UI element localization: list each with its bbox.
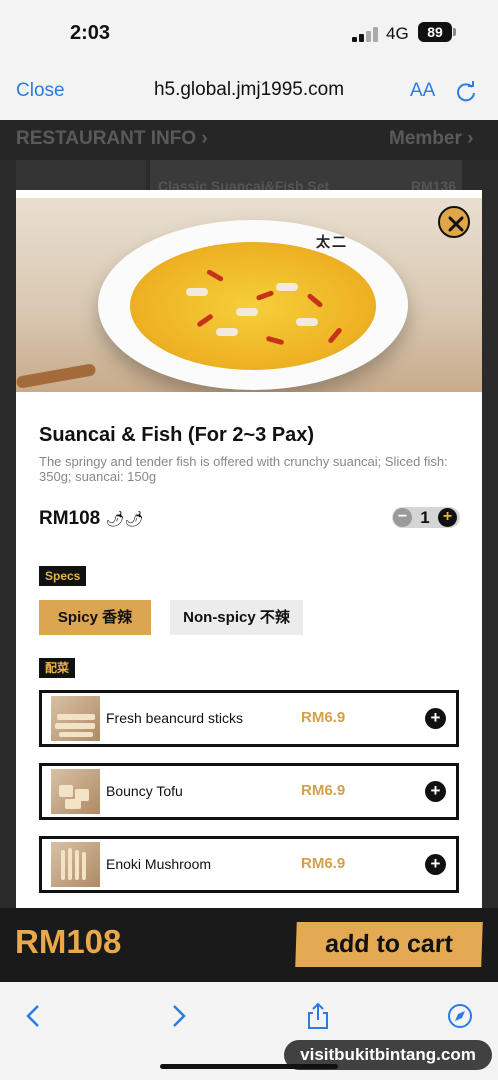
forward-icon[interactable] [164, 1002, 192, 1030]
specs-label: Specs [39, 566, 87, 586]
spec-option-non-spicy[interactable]: Non-spicy 不辣 [170, 600, 303, 635]
close-icon [448, 216, 464, 232]
status-bar: 2:03 4G 89 [0, 0, 498, 64]
text-size-label: AA [410, 80, 436, 101]
quantity-stepper: − 1 + [392, 507, 460, 528]
side-item-thumbnail [51, 769, 100, 814]
decrease-quantity-button[interactable]: − [393, 508, 412, 527]
quantity-value: 1 [420, 508, 430, 527]
side-item-beancurd[interactable]: Fresh beancurd sticks RM6.9 + [39, 690, 459, 747]
page-tab-bar: RESTAURANT INFO › Member › [0, 120, 498, 160]
side-item-thumbnail [51, 696, 100, 741]
side-dishes-label: 配菜 [39, 658, 76, 678]
battery-tip [453, 28, 456, 36]
signal-icon [352, 26, 378, 42]
battery-icon: 89 [418, 22, 452, 42]
side-item-price: RM6.9 [301, 709, 346, 726]
home-indicator [160, 1064, 338, 1069]
brand-mark: 太二 [316, 234, 348, 250]
spec-option-spicy[interactable]: Spicy 香辣 [39, 600, 151, 635]
tab-restaurant-info-label: RESTAURANT INFO [16, 128, 197, 149]
side-item-name: Bouncy Tofu [106, 783, 183, 799]
network-type: 4G [386, 24, 409, 43]
compass-icon[interactable] [446, 1002, 474, 1030]
background-menu-card: Classic Suancai&Fish Set RM136 [150, 160, 462, 194]
reload-icon[interactable] [455, 81, 477, 103]
soup-graphic [130, 242, 376, 370]
add-side-button[interactable]: + [425, 854, 446, 875]
checkout-bar: RM108 add to cart [0, 908, 498, 982]
side-item-name: Fresh beancurd sticks [106, 710, 243, 726]
text-size-button[interactable]: AA [410, 80, 435, 102]
share-icon[interactable] [304, 1002, 332, 1030]
decor-cinnamon [16, 363, 97, 389]
tab-member-label: Member [389, 128, 462, 149]
tab-member[interactable]: Member › [389, 128, 473, 150]
product-title: Suancai & Fish (For 2~3 Pax) [39, 424, 315, 446]
add-side-button[interactable]: + [425, 708, 446, 729]
side-item-name: Enoki Mushroom [106, 856, 212, 872]
product-description: The springy and tender fish is offered w… [39, 454, 448, 484]
side-item-enoki[interactable]: Enoki Mushroom RM6.9 + [39, 836, 459, 893]
side-item-price: RM6.9 [301, 855, 346, 872]
increase-quantity-button[interactable]: + [438, 508, 457, 527]
back-icon[interactable] [20, 1002, 48, 1030]
spice-level-icon: 🌶🌶 [105, 511, 144, 528]
status-time: 2:03 [70, 22, 111, 44]
side-item-price: RM6.9 [301, 782, 346, 799]
browser-address-bar: Close h5.global.jmj1995.com AA [0, 64, 498, 120]
add-side-button[interactable]: + [425, 781, 446, 802]
product-image: 太二 [16, 198, 482, 392]
modal-close-button[interactable] [438, 206, 470, 238]
side-item-thumbnail [51, 842, 100, 887]
background-category-panel [16, 160, 146, 190]
product-price-value: RM108 [39, 508, 101, 529]
product-price: RM108 🌶🌶 [39, 508, 144, 530]
tab-restaurant-info[interactable]: RESTAURANT INFO › [16, 128, 208, 150]
side-item-tofu[interactable]: Bouncy Tofu RM6.9 + [39, 763, 459, 820]
product-modal: 太二 Suancai & Fish (For 2~3 Pax) The spri… [16, 190, 482, 908]
add-to-cart-button[interactable]: add to cart [295, 922, 483, 967]
order-total: RM108 [15, 923, 122, 960]
